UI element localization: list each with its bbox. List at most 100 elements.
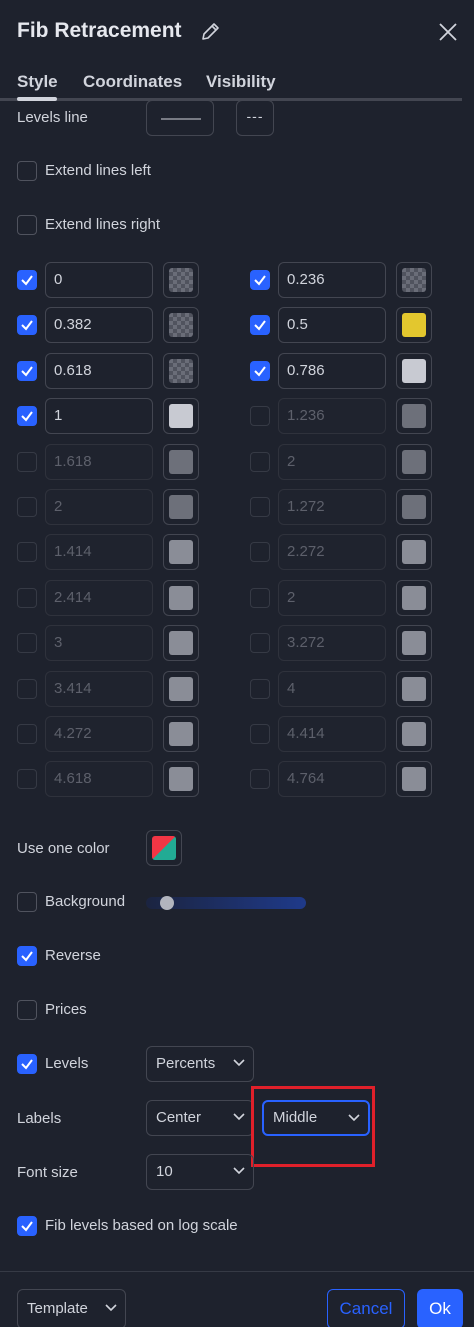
level-color-button[interactable]	[396, 444, 432, 480]
level-color-button[interactable]	[396, 625, 432, 661]
level-checkbox[interactable]	[250, 724, 270, 744]
level-color-button[interactable]	[163, 262, 199, 298]
use-one-color-label: Use one color	[17, 840, 110, 857]
level-value-input[interactable]: 1.236	[278, 398, 386, 434]
level-value-input[interactable]: 4.272	[45, 716, 153, 752]
level-value-input[interactable]: 0.786	[278, 353, 386, 389]
extend-left-checkbox[interactable]	[17, 161, 37, 181]
level-color-swatch	[402, 313, 426, 337]
level-value-input[interactable]: 2	[45, 489, 153, 525]
level-checkbox[interactable]	[17, 361, 37, 381]
level-color-button[interactable]	[163, 716, 199, 752]
level-checkbox[interactable]	[250, 270, 270, 290]
level-checkbox[interactable]	[17, 270, 37, 290]
level-checkbox[interactable]	[250, 361, 270, 381]
ok-button[interactable]: Ok	[417, 1289, 463, 1327]
levels-line-style-button[interactable]: ---	[236, 100, 274, 136]
level-color-button[interactable]	[163, 307, 199, 343]
level-checkbox[interactable]	[250, 406, 270, 426]
level-color-button[interactable]	[163, 398, 199, 434]
background-opacity-handle[interactable]	[160, 896, 174, 910]
level-checkbox[interactable]	[17, 452, 37, 472]
level-value-input[interactable]: 3.272	[278, 625, 386, 661]
level-color-button[interactable]	[163, 580, 199, 616]
level-color-button[interactable]	[396, 534, 432, 570]
level-color-button[interactable]	[396, 307, 432, 343]
level-value-input[interactable]: 2	[278, 444, 386, 480]
level-checkbox[interactable]	[250, 769, 270, 789]
level-color-button[interactable]	[396, 353, 432, 389]
level-value-input[interactable]: 2.272	[278, 534, 386, 570]
font-size-select[interactable]: 10	[146, 1154, 254, 1190]
level-color-button[interactable]	[396, 398, 432, 434]
level-color-button[interactable]	[163, 534, 199, 570]
level-color-button[interactable]	[396, 262, 432, 298]
level-value-input[interactable]: 0.236	[278, 262, 386, 298]
level-color-button[interactable]	[396, 761, 432, 797]
level-checkbox[interactable]	[17, 588, 37, 608]
level-value-input[interactable]: 4.618	[45, 761, 153, 797]
level-checkbox[interactable]	[250, 497, 270, 517]
level-color-button[interactable]	[396, 580, 432, 616]
level-checkbox[interactable]	[250, 452, 270, 472]
level-value-input[interactable]: 2.414	[45, 580, 153, 616]
levels-format-select[interactable]: Percents	[146, 1046, 254, 1082]
tab-style[interactable]: Style	[17, 72, 58, 92]
background-checkbox[interactable]	[17, 892, 37, 912]
level-checkbox[interactable]	[250, 588, 270, 608]
level-checkbox[interactable]	[250, 315, 270, 335]
level-value-input[interactable]: 3.414	[45, 671, 153, 707]
level-color-button[interactable]	[396, 671, 432, 707]
level-value-input[interactable]: 0.618	[45, 353, 153, 389]
level-checkbox[interactable]	[17, 633, 37, 653]
level-checkbox[interactable]	[17, 406, 37, 426]
level-color-button[interactable]	[163, 761, 199, 797]
labels-horizontal-select[interactable]: Center	[146, 1100, 254, 1136]
level-value-input[interactable]: 3	[45, 625, 153, 661]
level-color-button[interactable]	[163, 353, 199, 389]
level-value-input[interactable]: 1.414	[45, 534, 153, 570]
level-value-input[interactable]: 1	[45, 398, 153, 434]
extend-left-label: Extend lines left	[45, 162, 151, 179]
level-checkbox[interactable]	[17, 724, 37, 744]
template-button[interactable]: Template	[17, 1289, 126, 1327]
cancel-button[interactable]: Cancel	[327, 1289, 405, 1327]
level-color-button[interactable]	[163, 625, 199, 661]
level-value-input[interactable]: 0.382	[45, 307, 153, 343]
close-icon[interactable]	[436, 20, 460, 44]
level-checkbox[interactable]	[17, 497, 37, 517]
level-value-input[interactable]: 1.618	[45, 444, 153, 480]
level-color-button[interactable]	[163, 489, 199, 525]
levels-line-color-button[interactable]	[146, 100, 214, 136]
level-checkbox[interactable]	[250, 542, 270, 562]
level-color-button[interactable]	[396, 716, 432, 752]
level-value-input[interactable]: 4.414	[278, 716, 386, 752]
prices-checkbox[interactable]	[17, 1000, 37, 1020]
tab-coordinates[interactable]: Coordinates	[83, 72, 182, 92]
levels-checkbox[interactable]	[17, 1054, 37, 1074]
level-checkbox[interactable]	[17, 542, 37, 562]
level-checkbox[interactable]	[250, 679, 270, 699]
level-value-input[interactable]: 0.5	[278, 307, 386, 343]
level-checkbox[interactable]	[250, 633, 270, 653]
level-color-button[interactable]	[396, 489, 432, 525]
use-one-color-button[interactable]	[146, 830, 182, 866]
level-checkbox[interactable]	[17, 769, 37, 789]
log-scale-checkbox[interactable]	[17, 1216, 37, 1236]
extend-right-checkbox[interactable]	[17, 215, 37, 235]
level-checkbox[interactable]	[17, 679, 37, 699]
level-value-input[interactable]: 1.272	[278, 489, 386, 525]
level-color-button[interactable]	[163, 671, 199, 707]
chevron-down-icon	[233, 1059, 245, 1067]
tab-visibility[interactable]: Visibility	[206, 72, 276, 92]
level-value-input[interactable]: 4.764	[278, 761, 386, 797]
level-value-input[interactable]: 2	[278, 580, 386, 616]
level-value-input[interactable]: 0	[45, 262, 153, 298]
dialog-title: Fib Retracement	[17, 19, 182, 42]
level-value-input[interactable]: 4	[278, 671, 386, 707]
pencil-icon[interactable]	[199, 21, 221, 43]
footer-divider	[0, 1271, 474, 1272]
level-checkbox[interactable]	[17, 315, 37, 335]
level-color-button[interactable]	[163, 444, 199, 480]
reverse-checkbox[interactable]	[17, 946, 37, 966]
